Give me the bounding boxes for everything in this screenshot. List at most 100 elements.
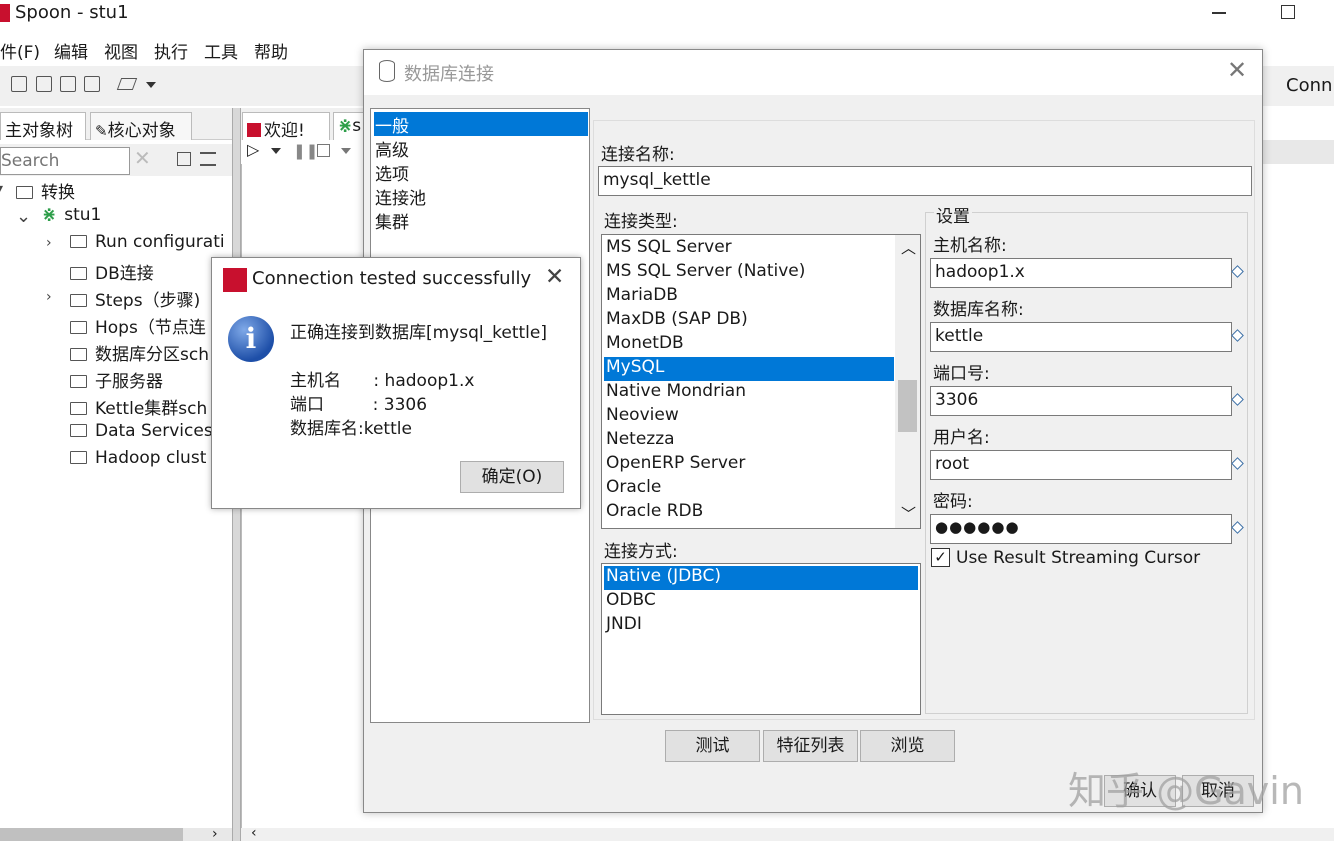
tree-item[interactable]: Hadoop clust [70, 448, 206, 474]
tree-item[interactable]: 子服务器 [70, 367, 163, 393]
tree-item[interactable]: Data Services [70, 421, 213, 447]
tab-welcome[interactable]: 欢迎! [242, 112, 330, 141]
host-input[interactable]: hadoop1.x [930, 258, 1232, 288]
tree-item-label: Steps（步骤) [95, 291, 201, 311]
nav-item-advanced[interactable]: 高级 [374, 136, 588, 161]
list-item[interactable]: MariaDB [604, 285, 894, 309]
list-item[interactable]: JNDI [604, 614, 918, 638]
window-titlebar: Spoon - stu1 [0, 0, 1334, 30]
editor-tabs: 欢迎! ⋇s [241, 108, 373, 141]
conn-type-label: 连接类型: [604, 212, 678, 232]
open-file-icon[interactable] [11, 76, 27, 92]
close-icon[interactable]: ✕ [545, 264, 564, 290]
tree-item-label: Kettle集群sch [95, 399, 208, 419]
explore-icon[interactable] [36, 76, 52, 92]
tree-item[interactable]: Hops（节点连 [70, 313, 206, 339]
list-item[interactable]: Netezza [604, 429, 894, 453]
nav-item-pooling[interactable]: 连接池 [374, 184, 588, 209]
menu-view[interactable]: 视图 [104, 38, 138, 63]
search-input[interactable] [0, 147, 130, 175]
conn-type-list[interactable]: MS SQL Server MS SQL Server (Native) Mar… [601, 234, 921, 529]
list-item[interactable]: Neoview [604, 405, 894, 429]
scroll-left-icon[interactable]: ‹ [251, 825, 257, 841]
menu-file[interactable]: 件(F) [0, 38, 40, 63]
folder-icon [70, 294, 87, 307]
stop-icon[interactable] [317, 144, 330, 157]
list-item[interactable]: MonetDB [604, 333, 894, 357]
db-name-input[interactable]: kettle [930, 322, 1232, 352]
list-item-selected[interactable]: MySQL [604, 357, 894, 381]
menu-tools[interactable]: 工具 [204, 38, 238, 63]
maximize-button[interactable] [1281, 5, 1295, 19]
list-item[interactable]: ODBC [604, 590, 918, 614]
list-item[interactable]: Oracle [604, 477, 894, 501]
connect-label[interactable]: Conn [1286, 75, 1332, 96]
object-tree: ▾ 转换 ⌄ ⋇ stu1 › Run configurati DB连接 › St… [0, 178, 232, 828]
list-view-icon[interactable] [200, 152, 216, 166]
streaming-checkbox[interactable]: ✓ [931, 548, 950, 567]
list-item[interactable]: Oracle RDB [604, 501, 894, 525]
chevron-down-icon[interactable]: ﹀ [901, 503, 916, 524]
close-icon[interactable]: ✕ [1227, 56, 1247, 84]
chevron-down-icon[interactable] [271, 148, 281, 154]
menu-help[interactable]: 帮助 [254, 38, 288, 63]
feature-list-button[interactable]: 特征列表 [763, 730, 858, 762]
list-item[interactable]: Native Mondrian [604, 381, 894, 405]
nav-item-options[interactable]: 选项 [374, 160, 588, 185]
chevron-down-icon[interactable]: ▾ [0, 181, 3, 197]
access-method-list[interactable]: Native (JDBC) ODBC JNDI [601, 563, 921, 715]
chevron-up-icon[interactable]: ︿ [901, 237, 916, 258]
tab-core-objects-label: 核心对象 [107, 121, 176, 141]
nav-item-cluster[interactable]: 集群 [374, 208, 588, 233]
save-as-icon[interactable] [84, 76, 100, 92]
tree-item[interactable]: Kettle集群sch [70, 394, 207, 420]
chevron-down-icon[interactable] [341, 148, 351, 154]
tree-transform[interactable]: ⋇ stu1 [42, 205, 101, 231]
tree-item[interactable]: Steps（步骤) [70, 286, 200, 312]
menu-edit[interactable]: 编辑 [54, 38, 88, 63]
port-input[interactable]: 3306 [930, 386, 1232, 416]
info-icon: i [228, 316, 274, 362]
conn-name-label: 连接名称: [601, 145, 675, 165]
list-item[interactable]: MS SQL Server (Native) [604, 261, 894, 285]
explore-button[interactable]: 浏览 [860, 730, 955, 762]
scroll-right-icon[interactable]: › [212, 826, 218, 842]
tree-item[interactable]: Run configurati [70, 232, 225, 258]
run-icon[interactable]: ▷ [247, 140, 259, 159]
folder-icon [70, 424, 87, 437]
chevron-right-icon[interactable]: › [46, 289, 52, 305]
list-item[interactable]: OpenERP Server [604, 453, 894, 477]
user-input[interactable]: root [930, 450, 1232, 480]
list-scrollbar[interactable]: ︿ ﹀ [895, 235, 920, 528]
editor-hscrollbar[interactable]: ‹ [241, 825, 1334, 841]
tree-item[interactable]: 数据库分区sch [70, 340, 209, 366]
minimize-button[interactable] [1212, 12, 1226, 14]
list-item[interactable]: MaxDB (SAP DB) [604, 309, 894, 333]
chevron-down-icon[interactable]: ⌄ [16, 206, 31, 227]
tree-root-label: 转换 [41, 183, 75, 203]
chevron-right-icon[interactable]: › [46, 235, 52, 251]
test-button[interactable]: 测试 [665, 730, 760, 762]
conn-name-input[interactable]: mysql_kettle [598, 166, 1252, 196]
tree-expand-icon[interactable] [177, 152, 191, 166]
menu-run[interactable]: 执行 [154, 38, 188, 63]
scrollbar-thumb[interactable] [898, 380, 917, 432]
save-icon[interactable] [60, 76, 76, 92]
tree-scrollbar-thumb[interactable] [0, 828, 183, 841]
tab-main-tree[interactable]: 主对象树 [0, 112, 86, 141]
window-title: Spoon - stu1 [15, 2, 129, 23]
main-toolbar [0, 66, 370, 106]
pause-icon[interactable]: ❚❚ [293, 142, 318, 160]
list-item-selected[interactable]: Native (JDBC) [604, 566, 918, 590]
chevron-down-icon[interactable] [146, 82, 156, 88]
tab-main-tree-label: 主对象树 [5, 121, 73, 141]
tree-root[interactable]: 转换 [16, 178, 75, 204]
popup-ok-button[interactable]: 确定(O) [460, 461, 564, 493]
tree-item[interactable]: DB连接 [70, 259, 154, 285]
tab-core-objects[interactable]: ✎核心对象 [90, 112, 192, 141]
nav-item-general[interactable]: 一般 [374, 112, 588, 137]
list-item[interactable]: MS SQL Server [604, 237, 894, 261]
clear-search-icon[interactable]: ✕ [134, 146, 151, 170]
password-input[interactable]: ●●●●●● [930, 514, 1232, 544]
tree-item-label: 数据库分区sch [95, 345, 209, 365]
